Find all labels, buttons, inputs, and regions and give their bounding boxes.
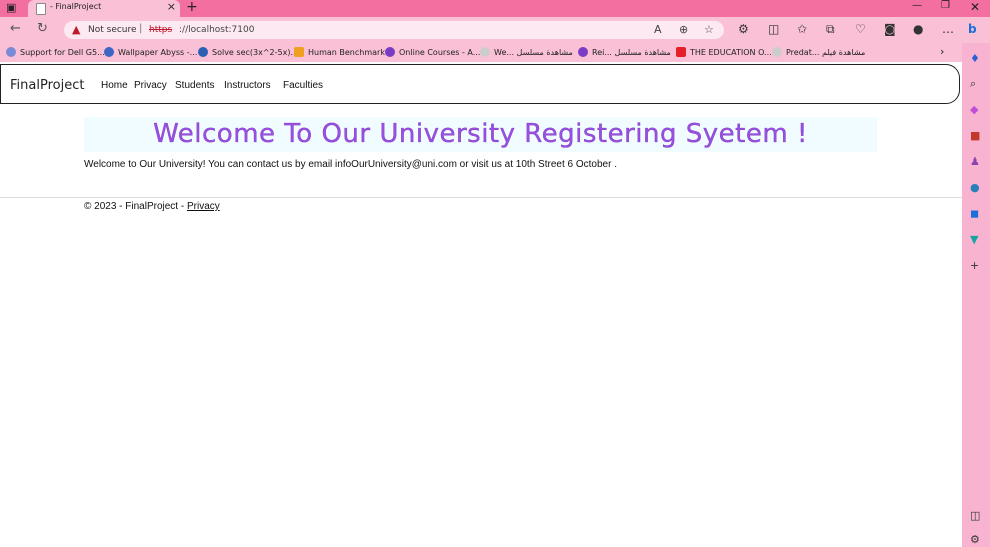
- bing-icon[interactable]: b: [968, 22, 977, 36]
- close-window-icon[interactable]: ✕: [970, 0, 980, 14]
- refresh-icon[interactable]: ↻: [37, 21, 48, 36]
- favorites-icon[interactable]: ✩: [797, 22, 807, 36]
- address-separator: |: [139, 23, 143, 34]
- bookmark-item[interactable]: THE EDUCATION O...: [676, 47, 772, 57]
- intro-text: Welcome to Our University! You can conta…: [84, 159, 617, 170]
- address-bar[interactable]: ▲ Not secure | https ://localhost:7100 A…: [64, 21, 724, 39]
- bookmark-item[interactable]: Support for Dell G5...: [6, 47, 105, 57]
- welcome-banner: Welcome To Our University Registering Sy…: [84, 117, 877, 152]
- read-aloud-icon[interactable]: A: [654, 23, 662, 36]
- youtube-icon: [676, 47, 686, 57]
- search-icon[interactable]: ⌕: [970, 77, 976, 91]
- bookmark-icon: [104, 47, 114, 57]
- extensions-icon[interactable]: ⚙: [738, 22, 749, 36]
- shopping-tag-icon[interactable]: ◆: [970, 103, 978, 116]
- bookmark-icon: [6, 47, 16, 57]
- site-brand[interactable]: FinalProject: [10, 78, 84, 93]
- nav-students[interactable]: Students: [175, 80, 214, 91]
- warning-icon: ▲: [72, 23, 81, 36]
- collections-icon[interactable]: ⧉: [826, 22, 835, 37]
- copilot-icon[interactable]: ◙: [884, 22, 896, 36]
- url-host: ://localhost:7100: [179, 25, 255, 35]
- site-navbar: FinalProject Home Privacy Students Instr…: [0, 64, 960, 104]
- bookmark-item[interactable]: Rei... مشاهدة مسلسل: [578, 47, 671, 57]
- sidebar-panel-icon[interactable]: ◫: [970, 509, 980, 522]
- page-viewport: FinalProject Home Privacy Students Instr…: [0, 62, 962, 547]
- drop-icon[interactable]: ▼: [970, 233, 978, 246]
- bookmark-item[interactable]: Wallpaper Abyss -...: [104, 47, 197, 57]
- close-tab-icon[interactable]: ×: [167, 0, 176, 13]
- browser-toolbar: ← ↻ ▲ Not secure | https ://localhost:71…: [0, 17, 990, 43]
- page-favicon-icon: [36, 3, 46, 15]
- not-secure-label: Not secure: [88, 25, 137, 35]
- bookmark-item[interactable]: Online Courses - A...: [385, 47, 480, 57]
- more-menu-icon[interactable]: …: [942, 22, 954, 36]
- people-icon[interactable]: ♟: [970, 155, 980, 168]
- add-sidebar-item-icon[interactable]: +: [970, 259, 979, 272]
- bookmark-item[interactable]: We... مشاهدة مسلسل: [480, 47, 573, 57]
- bookmarks-bar: Support for Dell G5... Wallpaper Abyss -…: [0, 43, 990, 62]
- nav-instructors[interactable]: Instructors: [224, 80, 271, 91]
- zoom-icon[interactable]: ⊕: [679, 23, 688, 36]
- favorite-star-icon[interactable]: ☆: [704, 23, 714, 36]
- games-icon[interactable]: ●: [970, 181, 980, 194]
- bookmark-icon: [772, 47, 782, 57]
- browser-essentials-icon[interactable]: ♡: [855, 22, 866, 36]
- bookmark-item[interactable]: Human Benchmark: [294, 47, 385, 57]
- bookmarks-overflow-icon[interactable]: ›: [940, 45, 944, 58]
- bookmark-icon: [294, 47, 304, 57]
- bookmark-icon: [198, 47, 208, 57]
- bookmark-item[interactable]: Predat... مشاهدة فيلم: [772, 47, 865, 57]
- bookmark-item[interactable]: Solve sec(3x^2-5x)...: [198, 47, 298, 57]
- browser-tab[interactable]: - FinalProject ×: [28, 0, 180, 17]
- new-tab-icon[interactable]: +: [186, 0, 198, 15]
- bookmark-icon: [578, 47, 588, 57]
- split-screen-icon[interactable]: ◫: [768, 22, 779, 36]
- edge-sidebar: ♦ ⌕ ◆ ■ ♟ ● ◼ ▼ + ◫ ⚙: [962, 43, 990, 547]
- bookmark-icon: [480, 47, 490, 57]
- tab-actions-icon[interactable]: ▣: [6, 2, 18, 14]
- settings-gear-icon[interactable]: ⚙: [970, 533, 980, 546]
- url-scheme: https: [149, 25, 173, 35]
- nav-faculties[interactable]: Faculties: [283, 80, 323, 91]
- footer: © 2023 - FinalProject - Privacy: [84, 201, 220, 212]
- tab-strip: ▣ - FinalProject × + — ❐ ✕: [0, 0, 990, 17]
- footer-divider: [0, 197, 962, 198]
- welcome-heading: Welcome To Our University Registering Sy…: [153, 119, 808, 149]
- footer-privacy-link[interactable]: Privacy: [187, 201, 220, 212]
- nav-home[interactable]: Home: [101, 80, 128, 91]
- notification-bell-icon[interactable]: ♦: [970, 52, 980, 65]
- tab-title: - FinalProject: [50, 2, 102, 11]
- back-icon[interactable]: ←: [10, 21, 21, 36]
- tools-icon[interactable]: ■: [970, 129, 980, 142]
- minimize-icon[interactable]: —: [912, 0, 922, 11]
- maximize-icon[interactable]: ❐: [941, 0, 950, 11]
- outlook-icon[interactable]: ◼: [970, 207, 979, 220]
- footer-copyright: © 2023 - FinalProject -: [84, 201, 187, 212]
- nav-privacy[interactable]: Privacy: [134, 80, 167, 91]
- bookmark-icon: [385, 47, 395, 57]
- profile-icon[interactable]: ●: [913, 22, 923, 36]
